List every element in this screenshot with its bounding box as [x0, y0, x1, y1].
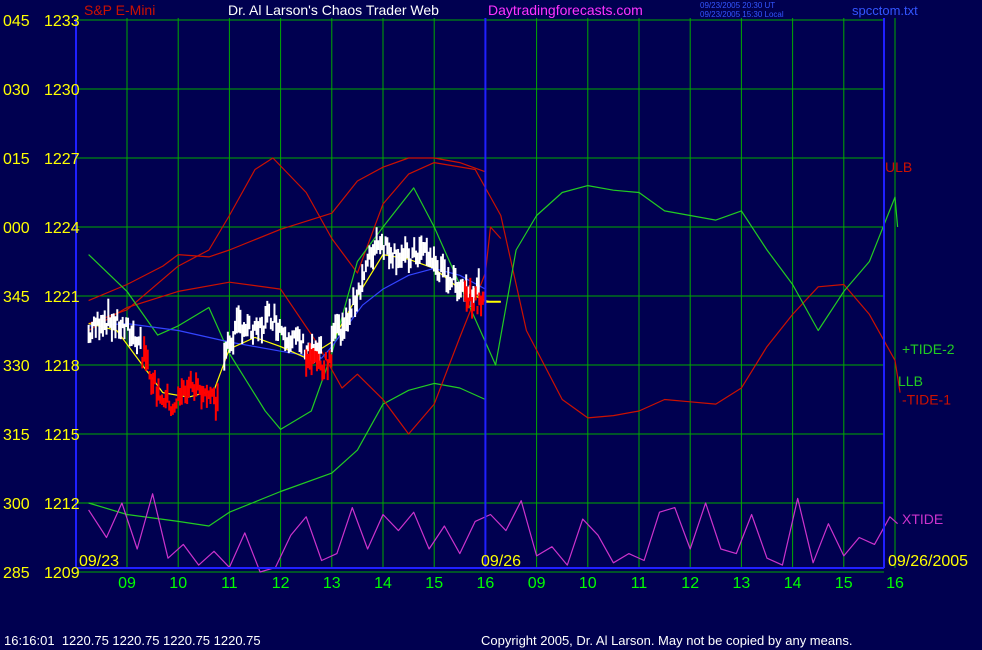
- x-tick-label: 10: [579, 575, 597, 592]
- x-tick-label: 12: [272, 575, 290, 592]
- x-tick-label: 11: [221, 575, 238, 592]
- y-tick-price: 1227: [44, 151, 80, 168]
- y-tick-time: 300: [3, 496, 30, 513]
- series-label: -TIDE-1: [902, 392, 951, 408]
- y-tick-price: 1224: [44, 220, 80, 237]
- timestamp-local: 09/23/2005 15:30 Local: [700, 10, 784, 19]
- series-label: LLB: [898, 373, 923, 389]
- y-tick-time: 315: [3, 427, 30, 444]
- x-tick-label: 13: [323, 575, 341, 592]
- y-tick-price: 1230: [44, 82, 80, 99]
- y-tick-price: 1212: [44, 496, 80, 513]
- y-tick-time: 285: [3, 565, 30, 582]
- x-tick-label: 13: [733, 575, 751, 592]
- y-tick-price: 1221: [44, 289, 80, 306]
- y-tick-time: 345: [3, 289, 30, 306]
- y-tick-time: 015: [3, 151, 30, 168]
- chaos-trader-chart: 045 1233030 1230015 1227000 1224345 1221330 12…: [0, 0, 982, 650]
- x-tick-label: 11: [631, 575, 648, 592]
- x-tick-label: 15: [425, 575, 443, 592]
- y-tick-price: 1233: [44, 13, 80, 30]
- chart-title: Dr. Al Larson's Chaos Trader Web: [228, 2, 439, 18]
- x-date-label: 09/26/2005: [888, 553, 968, 570]
- x-tick-label: 09: [118, 575, 136, 592]
- y-tick-time: 000: [3, 220, 30, 237]
- x-tick-label: 16: [477, 575, 495, 592]
- y-tick-price: 1209: [44, 565, 80, 582]
- y-tick-price: 1215: [44, 427, 80, 444]
- x-tick-label: 12: [681, 575, 699, 592]
- footer-copyright: Copyright 2005, Dr. Al Larson. May not b…: [481, 633, 852, 648]
- y-tick-time: 030: [3, 82, 30, 99]
- source-file: spcctom.txt: [852, 3, 918, 18]
- x-tick-label: 10: [169, 575, 187, 592]
- instrument-label: S&P E-Mini: [84, 2, 155, 18]
- x-date-label: 09/26: [481, 553, 521, 570]
- x-date-label: 09/23: [79, 553, 119, 570]
- series-label: XTIDE: [902, 511, 943, 527]
- y-tick-price: 1218: [44, 358, 80, 375]
- x-tick-label: 09: [528, 575, 546, 592]
- x-tick-label: 16: [886, 575, 904, 592]
- site-link[interactable]: Daytradingforecasts.com: [488, 2, 643, 18]
- series-label: ULB: [885, 159, 912, 175]
- y-tick-time: 045: [3, 13, 30, 30]
- x-tick-label: 14: [784, 575, 802, 592]
- x-tick-label: 15: [835, 575, 853, 592]
- y-tick-time: 330: [3, 358, 30, 375]
- timestamp-ut: 09/23/2005 20:30 UT: [700, 1, 775, 10]
- x-tick-label: 14: [374, 575, 392, 592]
- footer-quote: 16:16:01 1220.75 1220.75 1220.75 1220.75: [4, 633, 261, 648]
- series-label: +TIDE-2: [902, 341, 955, 357]
